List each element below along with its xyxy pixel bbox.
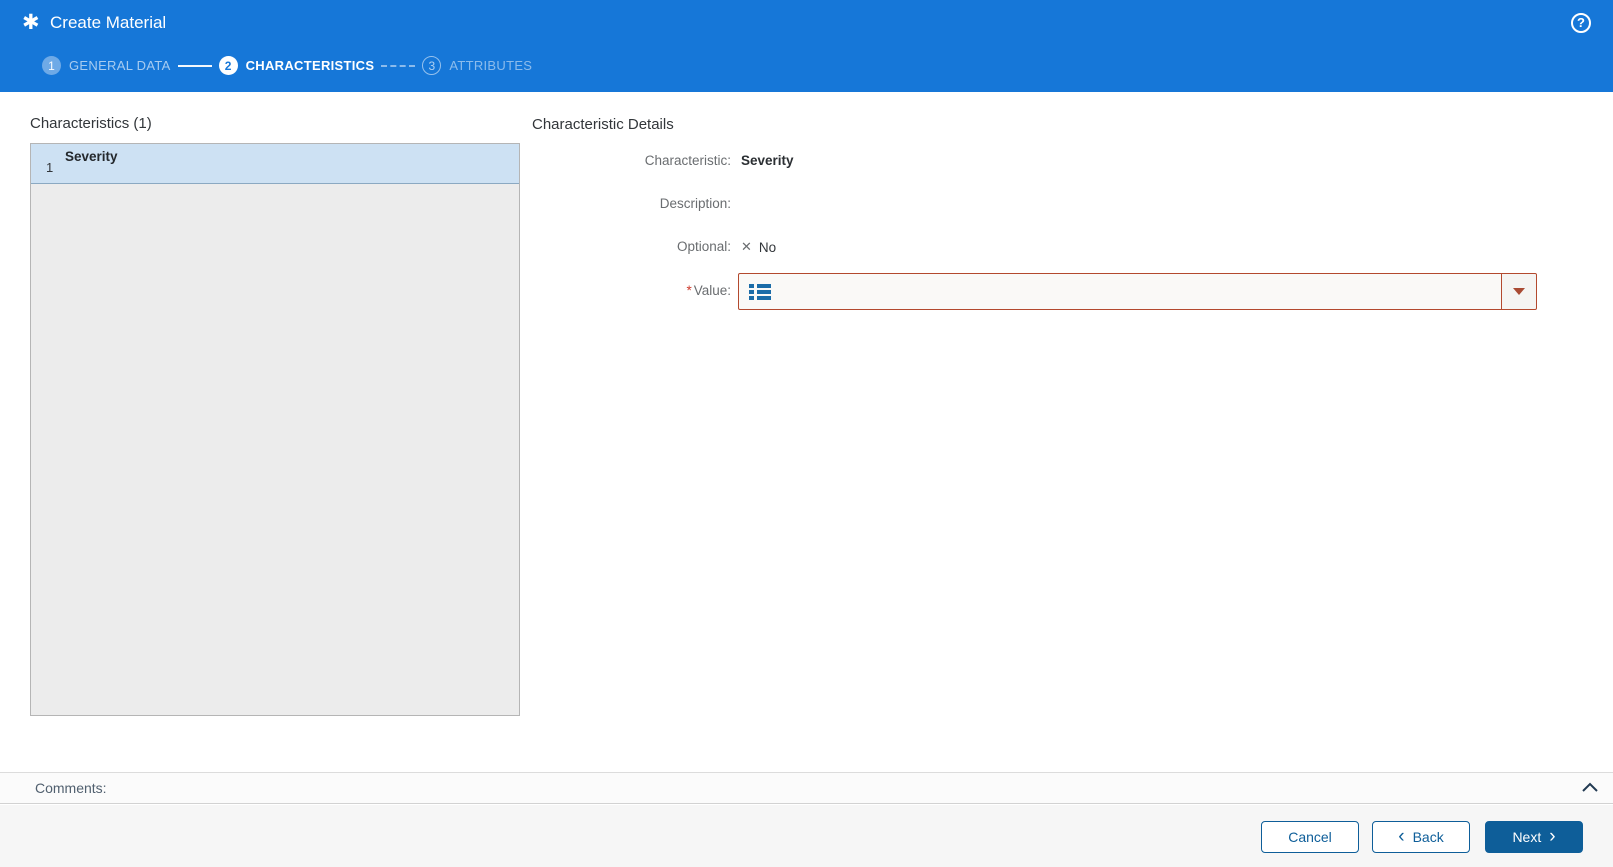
list-item-name: Severity: [65, 149, 118, 164]
optional-row: Optional: ✕ No: [532, 239, 776, 255]
back-button[interactable]: ‹ Back: [1372, 821, 1470, 853]
step-general-data[interactable]: 1 GENERAL DATA: [42, 56, 171, 75]
optional-value-text: No: [758, 239, 777, 255]
value-help-list-icon: [749, 283, 771, 301]
value-row-label: * Value:: [532, 283, 731, 298]
dropdown-arrow-icon: [1513, 288, 1525, 295]
required-indicator: *: [686, 283, 692, 298]
step-indicator: 1 GENERAL DATA 2 CHARACTERISTICS 3 ATTRI…: [42, 56, 532, 75]
chevron-up-icon[interactable]: [1581, 781, 1599, 795]
step-2-label: CHARACTERISTICS: [245, 58, 375, 73]
details-title: Characteristic Details: [532, 116, 674, 133]
comments-label: Comments:: [35, 780, 107, 796]
characteristic-value: Severity: [741, 153, 794, 168]
step-connector-solid: [177, 64, 212, 67]
characteristics-list-title: Characteristics (1): [30, 115, 152, 132]
chevron-right-icon: ›: [1549, 825, 1556, 847]
asterisk-icon: ✱: [22, 11, 40, 34]
next-button-label: Next: [1512, 829, 1542, 845]
characteristic-row: Characteristic: Severity: [532, 153, 794, 168]
create-material-wizard: ✱ Create Material ? 1 GENERAL DATA 2 CHA…: [0, 0, 1613, 867]
list-item-severity[interactable]: 1 Severity: [31, 144, 519, 184]
value-combobox[interactable]: [738, 273, 1537, 310]
step-3-label: ATTRIBUTES: [449, 58, 533, 73]
step-characteristics[interactable]: 2 CHARACTERISTICS: [218, 56, 375, 75]
step-connector-dashed: [381, 64, 416, 67]
decline-icon: ✕: [741, 239, 752, 254]
cancel-button-label: Cancel: [1288, 829, 1332, 845]
cancel-button[interactable]: Cancel: [1261, 821, 1359, 853]
wizard-header: ✱ Create Material ? 1 GENERAL DATA 2 CHA…: [0, 0, 1613, 92]
optional-label: Optional:: [676, 239, 731, 254]
list-item-index: 1: [46, 160, 54, 175]
step-3-circle: 3: [422, 56, 442, 75]
description-row: Description:: [532, 196, 741, 211]
step-2-circle: 2: [218, 56, 238, 75]
comments-panel-header: Comments:: [0, 772, 1613, 804]
step-1-circle: 1: [42, 56, 61, 75]
chevron-left-icon: ‹: [1398, 825, 1405, 847]
description-label: Description:: [659, 196, 731, 211]
step-1-label: GENERAL DATA: [69, 58, 171, 73]
next-button[interactable]: Next ›: [1485, 821, 1583, 853]
step-attributes[interactable]: 3 ATTRIBUTES: [422, 56, 532, 75]
value-dropdown-button[interactable]: [1501, 274, 1536, 309]
page-title: Create Material: [50, 13, 167, 32]
characteristics-list: 1 Severity: [30, 143, 520, 716]
value-field-body[interactable]: [739, 274, 1501, 309]
optional-value: ✕ No: [741, 239, 776, 255]
footer-bar: Cancel ‹ Back Next ›: [0, 805, 1613, 867]
value-label: * Value:: [686, 283, 731, 298]
back-button-label: Back: [1412, 829, 1444, 845]
characteristic-label: Characteristic:: [644, 153, 731, 168]
help-icon[interactable]: ?: [1571, 13, 1591, 33]
